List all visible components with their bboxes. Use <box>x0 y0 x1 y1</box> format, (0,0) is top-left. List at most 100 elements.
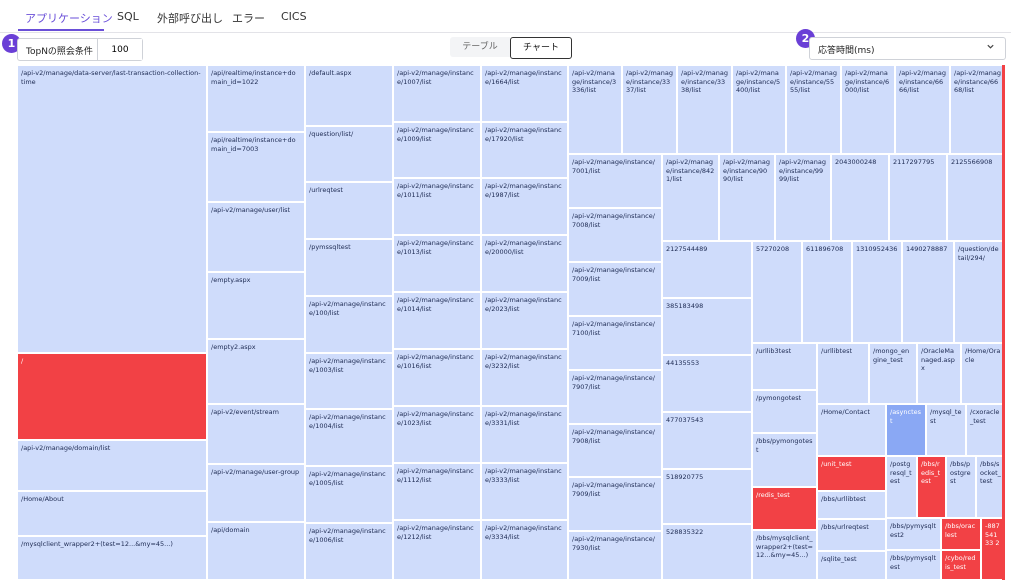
treemap-cell[interactable]: /api-v2/manage/instance/7008/list <box>568 208 662 262</box>
treemap-cell[interactable]: /cxoracle_test <box>966 404 1005 456</box>
treemap-cell[interactable]: /api-v2/manage/instance/7908/list <box>568 424 662 477</box>
tab-sql[interactable]: SQL <box>117 10 139 23</box>
treemap-cell[interactable]: /unit_test <box>817 456 886 491</box>
treemap-cell[interactable]: /api-v2/manage/instance/3337/list <box>622 65 677 154</box>
treemap-cell[interactable]: /api-v2/manage/instance/1003/list <box>305 353 393 409</box>
treemap-cell[interactable]: 528835322 <box>662 524 752 580</box>
treemap-cell[interactable]: /empty2.aspx <box>207 339 305 404</box>
treemap-cell[interactable]: /api-v2/manage/instance/7009/list <box>568 262 662 316</box>
treemap-cell[interactable]: /mysql_test <box>926 404 966 456</box>
treemap-cell[interactable]: /api-v2/manage/instance/3331/list <box>481 406 568 463</box>
treemap-cell[interactable]: 518920775 <box>662 469 752 524</box>
treemap-cell[interactable]: /api-v2/manage/user/list <box>207 202 305 272</box>
treemap-cell[interactable]: /api-v2/manage/instance/8421/list <box>662 154 719 241</box>
treemap-cell[interactable]: /bbs/redis_test <box>917 456 946 518</box>
treemap-cell[interactable]: /question/detail/294/ <box>954 241 1005 343</box>
treemap-cell[interactable]: /api-v2/manage/instance/17920/list <box>481 122 568 178</box>
treemap-cell[interactable]: /api-v2/manage/instance/1987/list <box>481 178 568 235</box>
treemap-cell[interactable]: /api-v2/manage/instance/6668/list <box>950 65 1005 154</box>
tab-external-calls[interactable]: 外部呼び出し <box>157 10 223 26</box>
treemap-cell[interactable]: /api-v2/manage/instance/1006/list <box>305 523 393 580</box>
treemap-cell[interactable]: /api-v2/manage/instance/9090/list <box>719 154 775 241</box>
treemap-cell[interactable]: /api-v2/manage/instance/6666/list <box>895 65 950 154</box>
topn-input[interactable] <box>97 39 142 60</box>
treemap-cell[interactable]: /mongo_engine_test <box>869 343 917 404</box>
treemap-cell[interactable]: 2125566908 <box>947 154 1005 241</box>
treemap-cell[interactable]: /Home/Oracle <box>961 343 1005 404</box>
treemap-cell[interactable]: 1490278887 <box>902 241 954 343</box>
treemap-cell[interactable]: /postgresql_test <box>886 456 917 518</box>
treemap-cell[interactable]: /Home/About <box>17 491 207 536</box>
treemap-cell[interactable]: /api-v2/manage/instance/1014/list <box>393 292 481 349</box>
treemap-cell[interactable]: /api-v2/manage/instance/5555/list <box>786 65 841 154</box>
treemap-cell[interactable]: /Home/Contact <box>817 404 886 456</box>
treemap-cell[interactable]: /api/realtime/instance+domain_id=7003 <box>207 132 305 202</box>
treemap-cell[interactable]: /redis_test <box>752 487 817 530</box>
treemap-cell[interactable]: /api-v2/manage/instance/5400/list <box>732 65 786 154</box>
treemap-cell[interactable]: 477037543 <box>662 412 752 469</box>
treemap-cell[interactable]: /api-v2/manage/instance/3338/list <box>677 65 732 154</box>
treemap-cell[interactable]: /api-v2/manage/data-server/last-transact… <box>17 65 207 353</box>
treemap-cell[interactable]: 2043000248 <box>831 154 889 241</box>
treemap-cell[interactable]: /question/list/ <box>305 126 393 182</box>
treemap-cell[interactable]: /urllib3test <box>752 343 817 390</box>
treemap-cell[interactable]: /api-v2/manage/instance/6000/list <box>841 65 895 154</box>
table-view-button[interactable]: テーブル <box>450 37 510 57</box>
treemap-cell[interactable]: /api-v2/manage/instance/20000/list <box>481 235 568 292</box>
treemap-cell[interactable]: /api-v2/manage/instance/1005/list <box>305 466 393 523</box>
treemap-cell[interactable]: /api-v2/manage/instance/2023/list <box>481 292 568 349</box>
treemap-cell[interactable]: /api-v2/manage/instance/3336/list <box>568 65 622 154</box>
treemap-cell[interactable]: /api-v2/manage/domain/list <box>17 440 207 491</box>
treemap-cell[interactable]: /bbs/pymongotest <box>752 433 817 487</box>
treemap-cell[interactable]: /bbs/urlreqtest <box>817 519 886 551</box>
treemap-cell[interactable]: /api-v2/manage/user-group <box>207 464 305 522</box>
treemap-cell[interactable]: /api-v2/manage/instance/1007/list <box>393 65 481 122</box>
treemap-cell[interactable]: /api/realtime/instance+domain_id=1022 <box>207 65 305 132</box>
treemap-cell[interactable]: /urllibtest <box>817 343 869 404</box>
treemap-cell[interactable]: /api-v2/manage/instance/7909/list <box>568 477 662 531</box>
treemap-cell[interactable]: /pymongotest <box>752 390 817 433</box>
treemap-cell[interactable]: /api-v2/manage/instance/1016/list <box>393 349 481 406</box>
treemap-cell[interactable]: /bbs/pymysqltest2 <box>886 518 941 550</box>
treemap-cell[interactable]: /api-v2/manage/instance/1023/list <box>393 406 481 463</box>
treemap-cell[interactable]: /api-v2/manage/instance/100/list <box>305 296 393 353</box>
treemap-cell[interactable]: /api-v2/manage/instance/1212/list <box>393 520 481 580</box>
treemap-cell[interactable]: /asynctest <box>886 404 926 456</box>
treemap-cell[interactable]: /api-v2/manage/instance/7930/list <box>568 531 662 580</box>
treemap-cell[interactable]: 44135553 <box>662 355 752 412</box>
treemap-cell[interactable]: 2127544489 <box>662 241 752 298</box>
treemap-cell[interactable]: /api-v2/manage/instance/3232/list <box>481 349 568 406</box>
treemap-cell[interactable]: /mysqlclient_wrapper2+(test=12...&my=45.… <box>17 536 207 580</box>
treemap-cell[interactable]: /sqlite_test <box>817 551 886 580</box>
treemap-cell[interactable]: 1310952436 <box>852 241 902 343</box>
treemap-cell[interactable]: /bbs/socket_test <box>976 456 1005 518</box>
treemap-cell[interactable]: /api-v2/manage/instance/9999/list <box>775 154 831 241</box>
treemap-cell[interactable]: /api-v2/manage/instance/7907/list <box>568 370 662 424</box>
tab-application[interactable]: アプリケーション <box>25 10 113 26</box>
treemap-cell[interactable]: /bbs/mysqlclient_wrapper2+(test=12...&my… <box>752 530 817 580</box>
treemap-cell[interactable]: /api-v2/manage/instance/1664/list <box>481 65 568 122</box>
treemap-cell[interactable]: /api/domain <box>207 522 305 580</box>
treemap-cell[interactable]: /api-v2/manage/instance/7100/list <box>568 316 662 370</box>
treemap-cell[interactable]: /api-v2/manage/instance/3334/list <box>481 520 568 580</box>
treemap-cell[interactable]: /api-v2/manage/instance/1013/list <box>393 235 481 292</box>
treemap-cell[interactable]: /api-v2/manage/instance/1009/list <box>393 122 481 178</box>
treemap-cell[interactable]: 611896708 <box>802 241 852 343</box>
treemap-cell[interactable]: /api-v2/manage/instance/1011/list <box>393 178 481 235</box>
treemap-cell[interactable]: /urlreqtest <box>305 182 393 239</box>
treemap-cell[interactable]: /api-v2/manage/instance/1004/list <box>305 409 393 466</box>
treemap-cell[interactable]: /api-v2/manage/instance/7001/list <box>568 154 662 208</box>
treemap-cell[interactable]: /default.aspx <box>305 65 393 126</box>
treemap-cell[interactable]: /api-v2/manage/instance/1112/list <box>393 463 481 520</box>
treemap-cell[interactable]: /empty.aspx <box>207 272 305 339</box>
tab-errors[interactable]: エラー <box>232 10 265 26</box>
treemap-cell[interactable]: /cybo/redis_test <box>941 550 981 580</box>
treemap-cell[interactable]: 57270208 <box>752 241 802 343</box>
treemap-cell[interactable]: /pymssqltest <box>305 239 393 296</box>
treemap-cell[interactable]: /api-v2/manage/instance/3333/list <box>481 463 568 520</box>
chart-view-button[interactable]: チャート <box>510 37 572 59</box>
treemap-cell[interactable]: /bbs/postgrest <box>946 456 976 518</box>
treemap-cell[interactable]: / <box>17 353 207 440</box>
treemap-cell[interactable]: /bbs/urllibtest <box>817 491 886 519</box>
treemap-cell[interactable]: /api-v2/event/stream <box>207 404 305 464</box>
